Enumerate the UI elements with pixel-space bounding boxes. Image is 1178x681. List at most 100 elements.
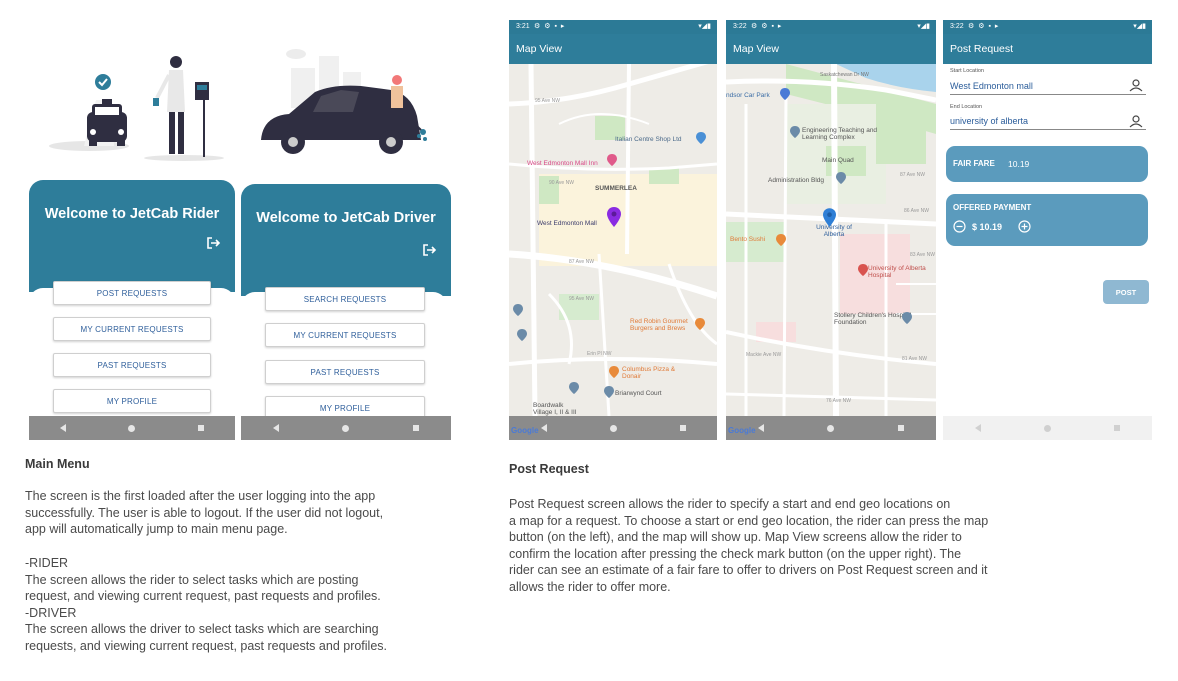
map-label-administration: Administration Bldg bbox=[768, 177, 824, 184]
back-icon[interactable] bbox=[272, 424, 279, 432]
end-location-input[interactable]: university of alberta bbox=[950, 116, 1028, 126]
status-time: 3:22 bbox=[950, 23, 964, 30]
poi-marker-icon bbox=[902, 312, 912, 324]
logout-icon[interactable] bbox=[421, 242, 437, 258]
map-label-west-edmonton-mall: West Edmonton Mall bbox=[537, 220, 597, 227]
app-bar: Post Request bbox=[943, 34, 1152, 64]
home-icon[interactable] bbox=[609, 424, 617, 432]
back-icon[interactable] bbox=[974, 424, 981, 432]
back-icon[interactable] bbox=[540, 424, 547, 432]
map-label-briarwynd: Briarwynd Court bbox=[615, 390, 662, 397]
map-street-label: 76 Ave NW bbox=[826, 398, 851, 404]
status-icons: ⚙ ⚙ ▪ ▸ bbox=[968, 23, 1000, 30]
map-area[interactable]: Italian Centre Shop Ltd West Edmonton Ma… bbox=[509, 64, 717, 416]
map-pin-person-icon[interactable] bbox=[1129, 78, 1143, 92]
post-requests-button[interactable]: POST REQUESTS bbox=[53, 281, 211, 305]
map-area[interactable]: Saskatchewan Dr NW ndsor Car Park Engine… bbox=[726, 64, 936, 416]
fair-fare-label: FAIR FARE bbox=[953, 159, 995, 168]
start-location-underline bbox=[950, 94, 1146, 95]
poi-marker-icon bbox=[513, 304, 523, 316]
main-menu-heading: Main Menu bbox=[25, 457, 90, 471]
poi-marker-icon bbox=[696, 132, 706, 144]
status-icons: ⚙ ⚙ ▪ ▸ bbox=[534, 23, 566, 30]
driver-main-menu-screen: Welcome to JetCab Driver SEARCH REQUESTS… bbox=[241, 20, 451, 440]
home-icon[interactable] bbox=[827, 424, 835, 432]
post-button[interactable]: POST bbox=[1103, 280, 1149, 304]
increase-payment-icon[interactable] bbox=[1018, 220, 1031, 233]
offered-payment-label: OFFERED PAYMENT bbox=[953, 203, 1032, 212]
location-pin-icon[interactable] bbox=[607, 207, 621, 227]
map-street-label: Erin Pl NW bbox=[587, 351, 612, 357]
recents-icon[interactable] bbox=[679, 425, 686, 431]
poi-marker-icon bbox=[836, 172, 846, 184]
map-label-uofa-hospital: University of Alberta Hospital bbox=[868, 265, 926, 279]
rider-illustration bbox=[49, 56, 224, 161]
rider-main-menu-screen: Welcome to JetCab Rider POST REQUESTS MY… bbox=[29, 20, 235, 440]
status-bar: 3:22 ⚙ ⚙ ▪ ▸ ▾◢▮ bbox=[726, 20, 936, 34]
recents-icon[interactable] bbox=[413, 425, 420, 431]
offered-payment-card: OFFERED PAYMENT $ 10.19 bbox=[946, 194, 1148, 246]
map-street-label: 95 Ave NW bbox=[535, 98, 560, 104]
map-street-label: 90 Ave NW bbox=[549, 180, 574, 186]
app-bar-title: Post Request bbox=[950, 43, 1014, 55]
logout-icon[interactable] bbox=[205, 235, 221, 251]
poi-marker-icon bbox=[776, 234, 786, 246]
start-location-input[interactable]: West Edmonton mall bbox=[950, 81, 1033, 91]
home-icon[interactable] bbox=[342, 424, 350, 432]
end-location-label: End Location bbox=[950, 104, 983, 110]
map-label-summerlea: SUMMERLEA bbox=[595, 185, 637, 192]
map-street-label: 87 Ave NW bbox=[569, 259, 594, 265]
back-icon[interactable] bbox=[60, 424, 67, 432]
signal-battery-icon: ▾◢▮ bbox=[917, 23, 930, 30]
offered-payment-value: $ 10.19 bbox=[972, 222, 1003, 232]
map-label-engineering-complex: Engineering Teaching and Learning Comple… bbox=[802, 127, 878, 141]
map-street-label: Saskatchewan Dr NW bbox=[820, 72, 869, 78]
android-nav-bar bbox=[943, 416, 1152, 440]
my-profile-button[interactable]: MY PROFILE bbox=[53, 389, 211, 413]
decrease-payment-icon[interactable] bbox=[953, 220, 966, 233]
map-pin-person-icon[interactable] bbox=[1129, 114, 1143, 128]
home-icon[interactable] bbox=[1043, 424, 1051, 432]
past-requests-button[interactable]: PAST REQUESTS bbox=[53, 353, 211, 377]
recents-icon[interactable] bbox=[197, 425, 204, 431]
status-time: 3:22 bbox=[733, 23, 747, 30]
start-location-label: Start Location bbox=[950, 68, 984, 74]
poi-marker-icon bbox=[695, 318, 705, 330]
back-icon[interactable] bbox=[757, 424, 764, 432]
poi-marker-icon bbox=[604, 386, 614, 398]
recents-icon[interactable] bbox=[1114, 425, 1121, 431]
rider-welcome-title: Welcome to JetCab Rider bbox=[44, 206, 220, 222]
driver-welcome-title: Welcome to JetCab Driver bbox=[256, 210, 436, 226]
driver-illustration bbox=[261, 49, 427, 154]
my-current-requests-button[interactable]: MY CURRENT REQUESTS bbox=[265, 323, 425, 347]
map-label-main-quad: Main Quad bbox=[822, 157, 854, 164]
map-label-stollery: Stollery Children's Hospital Foundation bbox=[834, 312, 912, 326]
map-street-label: 87 Ave NW bbox=[900, 172, 925, 178]
poi-marker-icon bbox=[609, 366, 619, 378]
map-label-bento-sushi: Bento Sushi bbox=[730, 236, 766, 243]
google-attribution: Google bbox=[728, 426, 756, 435]
location-pin-icon[interactable] bbox=[823, 208, 836, 227]
fair-fare-card: FAIR FARE 10.19 bbox=[946, 146, 1148, 182]
app-bar-title: Map View bbox=[516, 43, 562, 55]
map-label-wem-inn: West Edmonton Mall Inn bbox=[527, 160, 598, 167]
search-requests-button[interactable]: SEARCH REQUESTS bbox=[265, 287, 425, 311]
recents-icon[interactable] bbox=[898, 425, 905, 431]
rider-welcome-banner: Welcome to JetCab Rider bbox=[29, 180, 235, 302]
past-requests-button[interactable]: PAST REQUESTS bbox=[265, 360, 425, 384]
poi-marker-icon bbox=[790, 126, 800, 138]
my-current-requests-button[interactable]: MY CURRENT REQUESTS bbox=[53, 317, 211, 341]
map-label-italian-centre: Italian Centre Shop Ltd bbox=[615, 136, 682, 143]
main-menu-paragraph-1: The screen is the first loaded after the… bbox=[25, 489, 384, 537]
map-label-car-park: ndsor Car Park bbox=[726, 92, 770, 99]
signal-battery-icon: ▾◢▮ bbox=[698, 23, 711, 30]
android-nav-bar bbox=[241, 416, 451, 440]
status-bar: 3:22 ⚙ ⚙ ▪ ▸ ▾◢▮ bbox=[943, 20, 1152, 34]
android-nav-bar bbox=[29, 416, 235, 440]
post-request-screen: 3:22 ⚙ ⚙ ▪ ▸ ▾◢▮ Post Request Start Loca… bbox=[943, 20, 1152, 440]
signal-battery-icon: ▾◢▮ bbox=[1133, 23, 1146, 30]
app-bar-title: Map View bbox=[733, 43, 779, 55]
home-icon[interactable] bbox=[128, 424, 136, 432]
status-time: 3:21 bbox=[516, 23, 530, 30]
main-menu-paragraph-2: -RIDER The screen allows the rider to se… bbox=[25, 556, 388, 653]
